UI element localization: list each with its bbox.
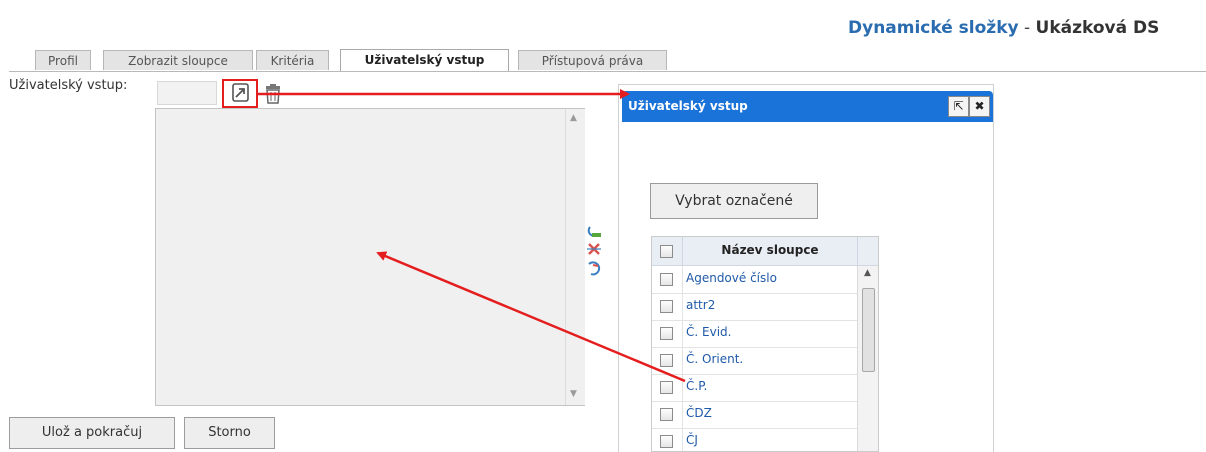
grid-scrollbar[interactable]: ▲ xyxy=(857,266,878,451)
grid-header: Název sloupce xyxy=(652,237,857,266)
row-check-cell xyxy=(652,293,683,320)
column-header[interactable]: Název sloupce xyxy=(683,243,857,257)
close-icon: ✖ xyxy=(974,99,985,113)
table-row[interactable]: Č. Evid. xyxy=(652,320,857,348)
row-check-cell xyxy=(652,266,683,293)
row-label[interactable]: Č. Orient. xyxy=(686,352,743,366)
user-input-list[interactable] xyxy=(155,108,585,406)
row-checkbox[interactable] xyxy=(660,327,673,340)
select-all-cell xyxy=(652,237,683,265)
grid-scroll-up-icon[interactable]: ▲ xyxy=(864,268,871,278)
row-checkbox[interactable] xyxy=(660,354,673,367)
row-label[interactable]: Č.P. xyxy=(686,379,707,393)
row-check-cell xyxy=(652,347,683,374)
columns-grid: Název sloupce Agendové číslo attr2 Č. Ev… xyxy=(651,236,879,452)
row-checkbox[interactable] xyxy=(660,273,673,286)
dialog-popout-button[interactable]: ⇱ xyxy=(948,96,969,117)
grid-scroll-thumb[interactable] xyxy=(862,288,875,372)
row-label[interactable]: ČDZ xyxy=(686,406,712,420)
table-row[interactable]: ČJ xyxy=(652,428,857,451)
row-checkbox[interactable] xyxy=(660,408,673,421)
refresh-icon[interactable] xyxy=(588,261,601,276)
row-label[interactable]: Agendové číslo xyxy=(686,271,777,285)
row-label[interactable]: Č. Evid. xyxy=(686,325,731,339)
scroll-up-arrow-icon[interactable]: ▲ xyxy=(570,113,577,123)
tab-zobrazit-sloupce[interactable]: Zobrazit sloupce xyxy=(103,50,253,70)
page-title-name: Ukázková DS xyxy=(1035,18,1160,38)
row-check-cell xyxy=(652,320,683,347)
table-row[interactable]: ČDZ xyxy=(652,401,857,429)
page-title-separator: - xyxy=(1018,18,1036,38)
row-checkbox[interactable] xyxy=(660,300,673,313)
side-actions xyxy=(584,224,604,284)
popout-icon: ⇱ xyxy=(953,99,964,113)
cancel-button[interactable]: Storno xyxy=(184,417,275,449)
user-input-label: Uživatelský vstup: xyxy=(9,78,128,93)
select-marked-button[interactable]: Vybrat označené xyxy=(650,183,818,219)
tab-uzivatelsky-vstup[interactable]: Uživatelský vstup xyxy=(340,49,509,71)
tab-bar: Profil Zobrazit sloupce Kritéria Uživate… xyxy=(9,49,1206,72)
row-label[interactable]: ČJ xyxy=(686,433,698,447)
table-row[interactable]: Č.P. xyxy=(652,374,857,402)
scroll-down-arrow-icon[interactable]: ▼ xyxy=(570,389,577,399)
tab-pristupova-prava[interactable]: Přístupová práva xyxy=(518,50,667,70)
remove-icon[interactable] xyxy=(587,243,601,255)
select-all-checkbox[interactable] xyxy=(660,245,673,258)
table-row[interactable]: Agendové číslo xyxy=(652,266,857,294)
row-check-cell xyxy=(652,374,683,401)
user-input-field[interactable] xyxy=(157,81,217,105)
row-check-cell xyxy=(652,401,683,428)
dialog-close-button[interactable]: ✖ xyxy=(969,96,990,117)
dialog-title: Uživatelský vstup xyxy=(628,99,748,113)
page-title-folder[interactable]: Dynamické složky xyxy=(848,18,1019,38)
row-check-cell xyxy=(652,428,683,451)
row-checkbox[interactable] xyxy=(660,381,673,394)
dialog-header[interactable]: Uživatelský vstup ⇱ ✖ xyxy=(622,91,993,122)
page-title: Dynamické složky - Ukázková DS xyxy=(848,18,1159,38)
trash-icon[interactable] xyxy=(263,83,283,105)
tab-profil[interactable]: Profil xyxy=(35,50,91,70)
list-scrollbar[interactable]: ▲ ▼ xyxy=(565,109,585,405)
table-row[interactable]: Č. Orient. xyxy=(652,347,857,375)
pick-column-button[interactable] xyxy=(222,79,258,108)
tab-kriteria[interactable]: Kritéria xyxy=(256,50,329,70)
save-continue-button[interactable]: Ulož a pokračuj xyxy=(9,417,175,449)
pick-column-icon xyxy=(232,83,249,102)
row-checkbox[interactable] xyxy=(660,435,673,448)
top-banner-text xyxy=(0,0,880,8)
grid-header-filler xyxy=(857,237,878,266)
add-icon[interactable] xyxy=(587,226,601,237)
table-row[interactable]: attr2 xyxy=(652,293,857,321)
row-label[interactable]: attr2 xyxy=(686,298,715,312)
